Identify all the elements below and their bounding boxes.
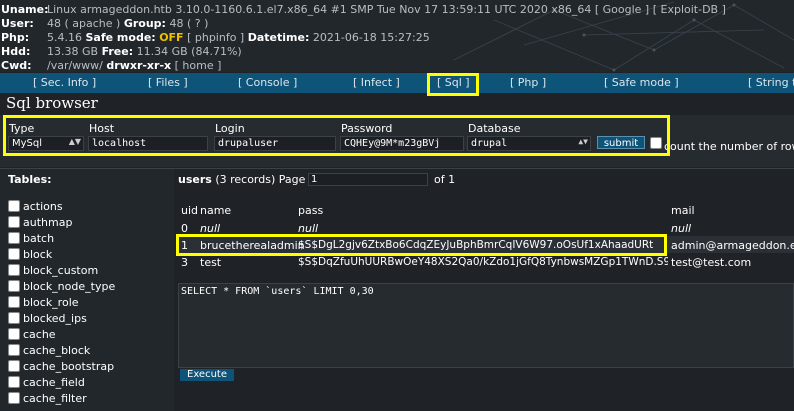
group-value: 48 ( ? ) xyxy=(169,17,209,30)
group-label: Group: xyxy=(123,17,166,30)
table-item[interactable]: cache xyxy=(8,328,56,342)
table-checkbox[interactable] xyxy=(8,280,20,292)
column-header-name: name xyxy=(200,204,232,217)
menu-sec-info[interactable]: [ Sec. Info ] xyxy=(33,76,96,89)
page-number-input[interactable]: 1 xyxy=(308,173,428,186)
table-name[interactable]: authmap xyxy=(23,216,72,229)
cell-mail: null xyxy=(671,222,692,235)
table-item[interactable]: cache_filter xyxy=(8,392,87,406)
table-checkbox[interactable] xyxy=(8,344,20,356)
page-total: of 1 xyxy=(434,173,456,186)
sql-query-textarea[interactable]: SELECT * FROM `users` LIMIT 0,30 xyxy=(178,283,794,368)
page-title: Sql browser xyxy=(6,94,98,112)
table-checkbox[interactable] xyxy=(8,232,20,244)
cell-mail: admin@armageddon.eu xyxy=(671,239,794,252)
system-info-header: Uname:Linux armageddon.htb 3.10.0-1160.6… xyxy=(0,0,794,72)
column-header-pass: pass xyxy=(298,204,324,217)
menu-infect[interactable]: [ Infect ] xyxy=(353,76,400,89)
count-rows-label: count the number of rows xyxy=(664,140,794,153)
exploit-db-link[interactable]: [ Exploit-DB ] xyxy=(653,3,726,16)
php-row: Php: 5.4.16 Safe mode: OFF [ phpinfo ] Da… xyxy=(1,31,726,45)
datetime-value: 2021-06-18 15:27:25 xyxy=(312,31,430,44)
table-item[interactable]: cache_bootstrap xyxy=(8,360,114,374)
php-label: Php: xyxy=(1,31,30,44)
table-checkbox[interactable] xyxy=(8,264,20,276)
cwd-row: Cwd: /var/www/ drwxr-xr-x [ home ] xyxy=(1,59,726,72)
datetime-label: Datetime: xyxy=(247,31,310,44)
table-name[interactable]: block_role xyxy=(23,296,79,309)
hdd-value: 13.38 GB xyxy=(47,45,99,58)
uname-label: Uname: xyxy=(1,3,49,16)
table-name[interactable]: block_node_type xyxy=(23,280,115,293)
cwd-value[interactable]: /var/www/ xyxy=(47,59,103,72)
table-item[interactable]: cache_block xyxy=(8,344,90,358)
table-name[interactable]: block xyxy=(23,248,52,261)
menu-string-tools[interactable]: [ String to xyxy=(748,76,794,89)
hdd-row: Hdd: 13.38 GB Free: 11.34 GB (84.71%) xyxy=(1,45,726,59)
table-name[interactable]: cache_block xyxy=(23,344,90,357)
cell-pass: $S$DqZfuUhUURBwOeY48XS2Qa0/kZdo1jGfQ8Tyn… xyxy=(298,256,668,268)
table-name[interactable]: cache_filter xyxy=(23,392,87,405)
tables-label: Tables: xyxy=(8,173,52,186)
user-value: 48 ( apache ) xyxy=(47,17,121,30)
admin-row-highlight xyxy=(176,234,667,256)
table-item[interactable]: block_node_type xyxy=(8,280,115,294)
free-value: 11.34 GB (84.71%) xyxy=(136,45,242,58)
cwd-permissions: drwxr-xr-x xyxy=(106,59,172,72)
main-menu-bar: [ Sec. Info ] [ Files ] [ Console ] [ In… xyxy=(0,73,794,93)
table-checkbox[interactable] xyxy=(8,360,20,372)
table-item[interactable]: actions xyxy=(8,200,63,214)
menu-php[interactable]: [ Php ] xyxy=(510,76,546,89)
connection-form-highlight xyxy=(3,115,670,156)
phpinfo-link[interactable]: [ phpinfo ] xyxy=(187,31,244,44)
free-label: Free: xyxy=(101,45,134,58)
table-name[interactable]: blocked_ips xyxy=(23,312,87,325)
column-header-mail: mail xyxy=(671,204,695,217)
safe-mode-status: OFF xyxy=(159,31,184,44)
table-name[interactable]: actions xyxy=(23,200,63,213)
google-link[interactable]: [ Google ] xyxy=(595,3,649,16)
menu-files[interactable]: [ Files ] xyxy=(148,76,188,89)
table-item[interactable]: block xyxy=(8,248,52,262)
cell-name: test xyxy=(200,256,222,269)
safe-mode-label: Safe mode: xyxy=(85,31,156,44)
cwd-label: Cwd: xyxy=(1,59,32,72)
user-row: User: 48 ( apache ) Group: 48 ( ? ) xyxy=(1,17,726,31)
table-name[interactable]: batch xyxy=(23,232,54,245)
menu-safe-mode[interactable]: [ Safe mode ] xyxy=(604,76,679,89)
cell-mail: test@test.com xyxy=(671,256,752,269)
table-checkbox[interactable] xyxy=(8,392,20,404)
table-name[interactable]: block_custom xyxy=(23,264,98,277)
table-checkbox[interactable] xyxy=(8,296,20,308)
table-name[interactable]: cache_bootstrap xyxy=(23,360,114,373)
table-name[interactable]: cache xyxy=(23,328,56,341)
table-checkbox[interactable] xyxy=(8,216,20,228)
home-link[interactable]: [ home ] xyxy=(175,59,222,72)
uname-value: Linux armageddon.htb 3.10.0-1160.6.1.el7… xyxy=(47,3,592,16)
table-item[interactable]: batch xyxy=(8,232,54,246)
table-checkbox[interactable] xyxy=(8,200,20,212)
table-item[interactable]: blocked_ips xyxy=(8,312,87,326)
sql-menu-highlight xyxy=(427,73,479,96)
table-checkbox[interactable] xyxy=(8,328,20,340)
php-version: 5.4.16 xyxy=(47,31,82,44)
user-label: User: xyxy=(1,17,34,30)
uname-row: Uname:Linux armageddon.htb 3.10.0-1160.6… xyxy=(1,3,726,17)
table-name[interactable]: cache_field xyxy=(23,376,85,389)
result-table-name: users xyxy=(178,173,212,186)
records-info: users (3 records) Page # xyxy=(178,173,318,186)
table-item[interactable]: block_role xyxy=(8,296,79,310)
table-item[interactable]: block_custom xyxy=(8,264,98,278)
column-header-uid: uid xyxy=(181,204,199,217)
records-text: (3 records) Page # xyxy=(215,173,319,186)
menu-console[interactable]: [ Console ] xyxy=(238,76,297,89)
table-item[interactable]: cache_field xyxy=(8,376,85,390)
execute-button[interactable]: Execute xyxy=(180,369,234,381)
table-checkbox[interactable] xyxy=(8,312,20,324)
cell-uid: 3 xyxy=(181,256,188,269)
table-checkbox[interactable] xyxy=(8,376,20,388)
table-item[interactable]: authmap xyxy=(8,216,72,230)
table-checkbox[interactable] xyxy=(8,248,20,260)
hdd-label: Hdd: xyxy=(1,45,31,58)
